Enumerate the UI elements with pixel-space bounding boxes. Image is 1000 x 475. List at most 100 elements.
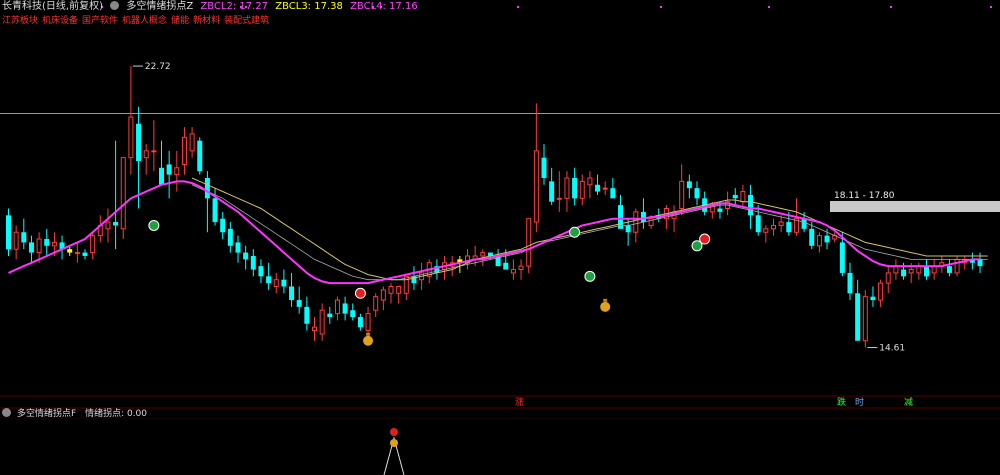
- candle: [388, 283, 394, 304]
- candle: [166, 150, 172, 199]
- concept-tag[interactable]: 储能: [171, 16, 189, 26]
- green-badge-icon: [569, 226, 581, 238]
- candle-body: [319, 309, 325, 335]
- candle: [931, 259, 937, 280]
- candle: [312, 317, 317, 341]
- candle-body: [610, 188, 616, 199]
- candle: [235, 235, 241, 263]
- candle-body: [166, 164, 172, 175]
- sub-settings-circle-icon[interactable]: [2, 408, 11, 417]
- concept-tag[interactable]: 机床设备: [42, 16, 78, 26]
- candle: [319, 303, 325, 341]
- candle: [380, 286, 386, 311]
- concept-tag[interactable]: 国产软件: [82, 16, 118, 26]
- candle: [82, 249, 88, 260]
- candle-body: [281, 279, 287, 287]
- sub-money-bag-icon: [390, 439, 398, 447]
- candle: [227, 222, 233, 253]
- candle-body: [235, 242, 241, 253]
- settings-circle-icon[interactable]: [110, 1, 120, 10]
- concept-tag[interactable]: 江苏板块: [2, 16, 38, 26]
- candle-body: [778, 221, 784, 226]
- candle-body: [74, 252, 80, 255]
- stock-title[interactable]: 长青科技(日线,前复权): [2, 1, 103, 12]
- top-marker: [890, 6, 892, 8]
- candle-body: [862, 296, 868, 342]
- candle-body: [143, 150, 149, 159]
- candle-body: [327, 313, 333, 318]
- candle-body: [197, 140, 203, 172]
- candle: [572, 167, 578, 206]
- candle-body: [786, 222, 792, 233]
- candle-body: [771, 224, 776, 230]
- candle-body: [870, 296, 876, 301]
- concept-tag[interactable]: 机器人概念: [122, 16, 167, 26]
- red-badge-icon: [699, 233, 711, 245]
- candle: [816, 232, 822, 253]
- indicator-name[interactable]: 多空情绪拐点Z: [126, 1, 193, 12]
- candle: [105, 208, 111, 243]
- candle: [74, 242, 80, 263]
- candle-body: [105, 221, 111, 230]
- candle-body: [878, 282, 884, 301]
- candle: [357, 313, 363, 331]
- candlestick-chart[interactable]: 22.72 14.61 18.11 - 17.80 涨 跌时 减: [0, 0, 1000, 475]
- candle: [549, 167, 555, 206]
- candle-body: [625, 225, 631, 233]
- candle-body: [258, 266, 264, 277]
- candle-body: [541, 157, 547, 178]
- candle: [220, 211, 226, 240]
- candle: [350, 303, 356, 321]
- candle-body: [816, 235, 822, 247]
- candle-body: [640, 211, 646, 223]
- candle: [159, 140, 164, 185]
- sub-indicator-name[interactable]: 多空情绪拐点F: [17, 409, 76, 419]
- bottom-marker-0: 涨: [515, 397, 524, 408]
- candle: [327, 306, 333, 324]
- candle: [120, 157, 126, 240]
- candle-body: [587, 177, 593, 186]
- candle-body: [357, 317, 363, 328]
- candle-body: [350, 310, 356, 318]
- candle: [847, 262, 853, 301]
- candle: [289, 272, 295, 307]
- candle: [434, 259, 440, 280]
- candle: [373, 293, 379, 318]
- candle-body: [924, 266, 929, 277]
- candle: [457, 255, 463, 273]
- price-range-box: [830, 201, 1000, 212]
- candle: [128, 66, 134, 175]
- candle-body: [686, 181, 692, 189]
- candle-body: [740, 191, 746, 203]
- candle-body: [28, 242, 34, 253]
- candle-body: [82, 252, 88, 256]
- candle: [946, 259, 952, 277]
- candle: [587, 171, 593, 199]
- concept-tag[interactable]: 装配式建筑: [224, 16, 269, 26]
- concept-tag[interactable]: 新材料: [193, 16, 220, 26]
- candle-body: [296, 300, 302, 307]
- top-marker: [990, 6, 992, 8]
- candle: [97, 215, 103, 243]
- candle-body: [159, 167, 164, 185]
- candle-body: [732, 194, 738, 199]
- candle-body: [304, 306, 310, 324]
- money-bag-icon: [363, 335, 374, 346]
- candle: [778, 215, 784, 233]
- candle: [90, 232, 96, 260]
- candle-body: [526, 218, 532, 267]
- top-marker: [660, 6, 662, 8]
- candle-body: [136, 123, 142, 162]
- candle: [449, 255, 455, 277]
- candle: [740, 184, 746, 209]
- candle-body: [549, 181, 555, 202]
- candle-body: [717, 208, 723, 212]
- candle: [151, 120, 157, 172]
- candle-body: [801, 218, 807, 229]
- low-price-label: 14.61: [879, 344, 905, 354]
- candle: [771, 218, 776, 236]
- candle: [602, 181, 608, 195]
- candle: [44, 228, 50, 256]
- candle: [21, 218, 27, 250]
- candle-body: [901, 269, 907, 277]
